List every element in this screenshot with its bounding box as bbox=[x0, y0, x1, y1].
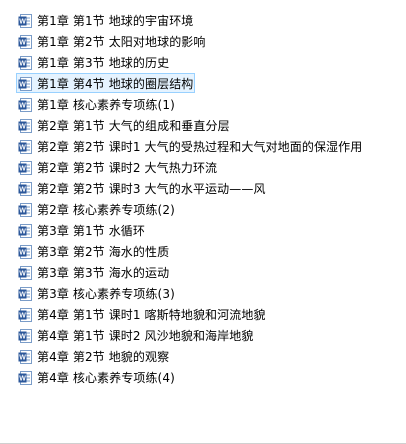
svg-text:W: W bbox=[19, 270, 26, 277]
word-document-icon: W bbox=[18, 13, 32, 28]
file-name: 第3章 第2节 海水的性质 bbox=[37, 244, 170, 259]
file-item[interactable]: W 第4章 第1节 课时2 风沙地貌和海岸地貌 bbox=[18, 325, 398, 346]
svg-text:W: W bbox=[19, 18, 26, 25]
file-item[interactable]: W 第1章 核心素养专项练(1) bbox=[18, 94, 398, 115]
word-document-icon: W bbox=[18, 349, 32, 364]
word-document-icon: W bbox=[18, 202, 32, 217]
svg-text:W: W bbox=[19, 354, 26, 361]
svg-text:W: W bbox=[19, 207, 26, 214]
svg-text:W: W bbox=[19, 186, 26, 193]
word-document-icon: W bbox=[18, 34, 32, 49]
word-document-icon: W bbox=[18, 97, 32, 112]
svg-text:W: W bbox=[19, 249, 26, 256]
file-name: 第2章 核心素养专项练(2) bbox=[37, 202, 175, 217]
svg-text:W: W bbox=[19, 39, 26, 46]
file-item[interactable]: W 第3章 第2节 海水的性质 bbox=[18, 241, 398, 262]
svg-text:W: W bbox=[19, 81, 26, 88]
file-name: 第4章 第1节 课时1 喀斯特地貌和河流地貌 bbox=[37, 307, 266, 322]
file-name: 第2章 第2节 课时3 大气的水平运动——风 bbox=[37, 181, 266, 196]
word-document-icon: W bbox=[18, 265, 32, 280]
file-item[interactable]: W 第3章 核心素养专项练(3) bbox=[18, 283, 398, 304]
file-item[interactable]: W 第1章 第2节 太阳对地球的影响 bbox=[18, 31, 398, 52]
file-item[interactable]: W 第2章 第2节 课时3 大气的水平运动——风 bbox=[18, 178, 398, 199]
file-item[interactable]: W 第1章 第4节 地球的圈层结构 bbox=[16, 73, 398, 94]
file-item[interactable]: W 第2章 第2节 课时1 大气的受热过程和大气对地面的保湿作用 bbox=[18, 136, 398, 157]
svg-text:W: W bbox=[19, 144, 26, 151]
file-item[interactable]: W 第4章 第2节 地貌的观察 bbox=[18, 346, 398, 367]
word-document-icon: W bbox=[18, 307, 32, 322]
word-document-icon: W bbox=[18, 328, 32, 343]
word-document-icon: W bbox=[18, 76, 32, 91]
word-document-icon: W bbox=[18, 244, 32, 259]
file-name: 第1章 第2节 太阳对地球的影响 bbox=[37, 34, 206, 49]
file-item[interactable]: W 第2章 核心素养专项练(2) bbox=[18, 199, 398, 220]
svg-text:W: W bbox=[19, 375, 26, 382]
file-item[interactable]: W 第2章 第2节 课时2 大气热力环流 bbox=[18, 157, 398, 178]
word-document-icon: W bbox=[18, 139, 32, 154]
file-item[interactable]: W 第1章 第3节 地球的历史 bbox=[18, 52, 398, 73]
file-name: 第3章 第1节 水循环 bbox=[37, 223, 145, 238]
file-name: 第4章 第2节 地貌的观察 bbox=[37, 349, 170, 364]
file-item[interactable]: W 第4章 核心素养专项练(4) bbox=[18, 367, 398, 388]
file-name: 第1章 第4节 地球的圈层结构 bbox=[37, 76, 194, 91]
file-name: 第4章 第1节 课时2 风沙地貌和海岸地貌 bbox=[37, 328, 254, 343]
file-name: 第3章 第3节 海水的运动 bbox=[37, 265, 170, 280]
svg-text:W: W bbox=[19, 228, 26, 235]
file-name: 第2章 第1节 大气的组成和垂直分层 bbox=[37, 118, 230, 133]
file-list: W 第1章 第1节 地球的宇宙环境 W 第1章 第2节 太阳对地球的影响 W 第1章 第3… bbox=[16, 10, 398, 388]
file-item[interactable]: W 第3章 第3节 海水的运动 bbox=[18, 262, 398, 283]
word-document-icon: W bbox=[18, 160, 32, 175]
file-name: 第1章 核心素养专项练(1) bbox=[37, 97, 175, 112]
file-item[interactable]: W 第4章 第1节 课时1 喀斯特地貌和河流地貌 bbox=[18, 304, 398, 325]
word-document-icon: W bbox=[18, 181, 32, 196]
svg-text:W: W bbox=[19, 291, 26, 298]
svg-text:W: W bbox=[19, 312, 26, 319]
file-item[interactable]: W 第2章 第1节 大气的组成和垂直分层 bbox=[18, 115, 398, 136]
svg-text:W: W bbox=[19, 333, 26, 340]
file-name: 第1章 第3节 地球的历史 bbox=[37, 55, 170, 70]
svg-text:W: W bbox=[19, 102, 26, 109]
file-name: 第3章 核心素养专项练(3) bbox=[37, 286, 175, 301]
file-name: 第2章 第2节 课时2 大气热力环流 bbox=[37, 160, 218, 175]
svg-text:W: W bbox=[19, 60, 26, 67]
file-name: 第4章 核心素养专项练(4) bbox=[37, 370, 175, 385]
word-document-icon: W bbox=[18, 286, 32, 301]
svg-text:W: W bbox=[19, 123, 26, 130]
file-name: 第1章 第1节 地球的宇宙环境 bbox=[37, 13, 194, 28]
word-document-icon: W bbox=[18, 370, 32, 385]
word-document-icon: W bbox=[18, 55, 32, 70]
file-item[interactable]: W 第1章 第1节 地球的宇宙环境 bbox=[18, 10, 398, 31]
word-document-icon: W bbox=[18, 223, 32, 238]
svg-text:W: W bbox=[19, 165, 26, 172]
word-document-icon: W bbox=[18, 118, 32, 133]
file-name: 第2章 第2节 课时1 大气的受热过程和大气对地面的保湿作用 bbox=[37, 139, 363, 154]
file-item[interactable]: W 第3章 第1节 水循环 bbox=[18, 220, 398, 241]
